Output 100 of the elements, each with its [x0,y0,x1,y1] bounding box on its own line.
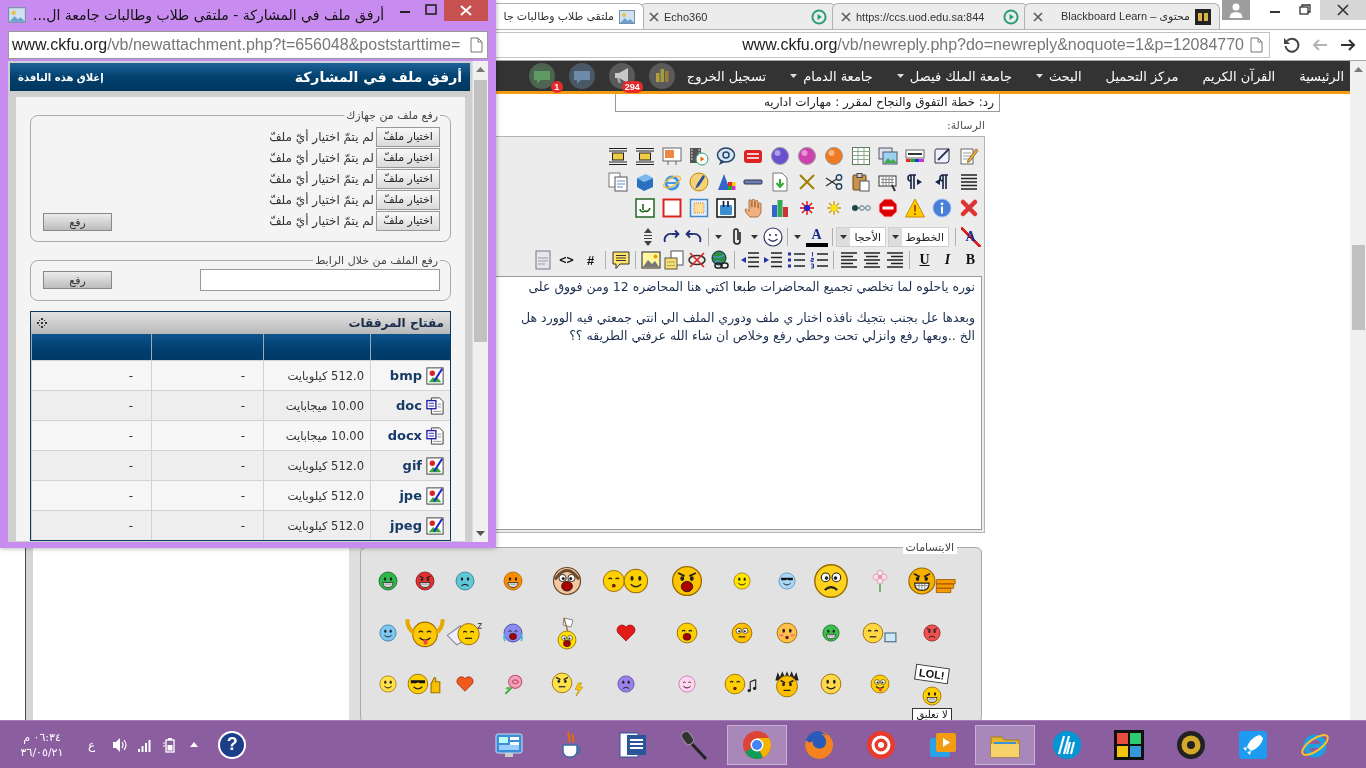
sign-board[interactable]: LOL! [914,663,950,685]
browser-tab[interactable]: Echo360 [640,3,836,29]
square-slash-icon[interactable] [931,146,952,166]
italic-button[interactable]: I [937,250,958,270]
close-icon[interactable] [1320,0,1366,20]
angry-face-icon[interactable] [773,670,800,698]
laughing-face-icon[interactable] [675,622,698,644]
choose-file-button[interactable]: اختيار ملفّ [376,189,440,210]
nav-link[interactable]: البحث [1035,68,1082,84]
scroll-up-icon[interactable] [1353,67,1363,72]
nav-link[interactable]: مركز التحميل [1105,68,1179,84]
upload-button[interactable]: رفع [43,271,112,289]
x-mark-icon[interactable] [958,198,979,218]
caret-icon[interactable] [794,235,801,239]
warning-icon[interactable] [904,198,925,218]
dotted-frame-icon[interactable] [688,198,709,218]
choose-file-button[interactable]: اختيار ملفّ [376,147,440,168]
hash-button[interactable]: # [580,250,601,270]
underline-button[interactable]: U [914,250,935,270]
browser-tab[interactable]: محتوى – Blackboard Learn [1024,3,1220,29]
stop-sign-icon[interactable] [877,198,898,218]
speech-bubble-icon[interactable] [715,146,736,166]
justify-lines-icon[interactable] [958,172,979,192]
bold-button[interactable]: B [960,250,981,270]
triangle-palette-icon[interactable] [715,172,736,192]
font-select[interactable]: الخطوط [888,227,949,247]
choose-file-button[interactable]: اختيار ملفّ [376,168,440,189]
grinning-face-icon[interactable] [821,624,840,642]
size-select[interactable]: الأحجا [836,227,886,247]
heart-icon[interactable] [456,675,474,693]
frowning-face-icon[interactable] [455,571,475,591]
angry-face-icon[interactable] [923,624,941,642]
nav-link[interactable]: جامعة الملك فيصل [896,68,1012,84]
picture-board-icon[interactable] [661,146,682,166]
align-center-icon[interactable] [861,250,882,270]
outdent-icon[interactable] [739,250,760,270]
scrollbar[interactable] [472,61,488,542]
sign-board[interactable]: لا تعليق [912,708,952,720]
numbered-list-icon[interactable] [808,250,829,270]
square-frame-icon[interactable] [661,198,682,218]
subject-field[interactable]: رد: خطة التفوق والنجاح لمقرر : مهارات اداريه [615,94,1000,112]
shouting-face-icon[interactable] [670,565,703,597]
image-icon[interactable] [640,250,661,270]
grinning-face-icon[interactable] [922,686,942,706]
cheering-face-icon[interactable] [402,618,447,648]
table-grid-icon[interactable] [850,146,871,166]
user-icon[interactable] [1222,0,1250,20]
annoyed-face-icon[interactable] [550,672,584,696]
ball-icon[interactable] [796,146,817,166]
close-tab-icon[interactable] [649,11,659,22]
font-color-button[interactable]: A [805,227,828,247]
chat-bubble-icon[interactable] [568,63,595,89]
nav-link[interactable]: القرآن الكريم [1202,68,1276,84]
upload-button[interactable]: رفع [43,213,112,231]
documents-icon[interactable] [607,172,628,192]
grinning-face-icon[interactable] [377,571,398,591]
info-icon[interactable] [931,198,952,218]
sleeping-face-icon[interactable] [446,620,484,646]
worried-face-icon[interactable] [812,563,849,599]
close-tab-icon[interactable] [1033,11,1043,22]
nav-link[interactable]: الرئيسية [1299,68,1344,84]
compass-icon[interactable] [688,172,709,192]
nav-link[interactable]: تسجيل الخروج [686,68,767,84]
choose-file-button[interactable]: اختيار ملفّ [376,126,440,147]
indent-icon[interactable] [762,250,783,270]
address-bar[interactable]: www.ckfu.org/vb/newattachment.php?t=656048&poststarttime= [8,31,488,59]
language-indicator[interactable]: ع [88,737,96,752]
sad-face-icon[interactable] [616,675,635,693]
bar-chart-icon[interactable] [769,198,790,218]
ball-icon[interactable] [769,146,790,166]
framed-box-icon[interactable] [715,198,736,218]
tongue-face-icon[interactable] [869,674,890,694]
choose-file-button[interactable]: اختيار ملفّ [376,210,440,231]
align-left-icon[interactable] [838,250,859,270]
smiling-face-icon[interactable] [378,624,397,642]
heart-icon[interactable] [615,623,636,643]
sleepy-face-icon[interactable] [862,622,897,644]
cartoon-head-icon[interactable] [552,566,582,596]
unlink-icon[interactable] [686,250,707,270]
caret-icon[interactable] [837,228,850,246]
smiling-face-icon[interactable] [732,572,751,590]
reload-icon[interactable] [1283,36,1301,54]
scissors-icon[interactable] [823,172,844,192]
thumbs-up-face-icon[interactable] [407,673,442,695]
grinning-face-icon[interactable] [503,571,523,591]
crossed-lines-icon[interactable] [796,172,817,192]
grip-icon[interactable] [37,318,47,328]
help-button[interactable]: ? [218,730,247,759]
caret-icon[interactable] [751,235,758,239]
clipboard-icon[interactable] [850,172,871,192]
code-button[interactable]: <> [555,250,578,270]
crying-face-icon[interactable] [502,623,524,643]
document-arrow-icon[interactable] [769,172,790,192]
speaker-icon[interactable] [112,736,129,753]
smiling-face-icon[interactable] [819,673,842,695]
caret-icon[interactable] [896,74,904,78]
pictures-icon[interactable] [877,146,898,166]
quote-note-icon[interactable] [610,250,631,270]
close-window-link[interactable]: إغلاق هذه النافذة [18,71,104,83]
laughing-face-icon[interactable] [906,565,958,597]
